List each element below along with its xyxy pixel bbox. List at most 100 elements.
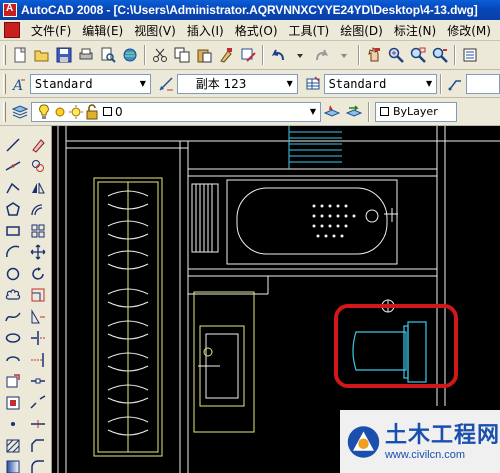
array-icon[interactable] bbox=[26, 220, 50, 242]
break-icon[interactable] bbox=[26, 392, 50, 414]
gradient-icon[interactable] bbox=[1, 457, 25, 473]
move-icon[interactable] bbox=[26, 242, 50, 264]
cut-icon[interactable] bbox=[150, 45, 170, 65]
extend-icon[interactable] bbox=[26, 349, 50, 371]
scale-icon[interactable] bbox=[26, 285, 50, 307]
layer-manager-icon[interactable] bbox=[10, 102, 30, 122]
text-style-select[interactable]: Standard ▼ bbox=[29, 73, 151, 94]
text-style-value: Standard bbox=[34, 76, 93, 91]
mirror-icon[interactable] bbox=[26, 177, 50, 199]
chevron-down-icon[interactable]: ▼ bbox=[422, 75, 436, 93]
toolbar-grip[interactable] bbox=[3, 101, 6, 122]
line-icon[interactable] bbox=[1, 134, 25, 156]
title-bar: AutoCAD 2008 - [C:\Users\Administrator.A… bbox=[0, 0, 500, 20]
rotate-icon[interactable] bbox=[26, 263, 50, 285]
ellipse-icon[interactable] bbox=[1, 328, 25, 350]
revision-cloud-icon[interactable] bbox=[1, 285, 25, 307]
properties-icon[interactable] bbox=[460, 45, 480, 65]
offset-icon[interactable] bbox=[26, 199, 50, 221]
polyline-icon[interactable] bbox=[1, 177, 25, 199]
ellipse-arc-icon[interactable] bbox=[1, 349, 25, 371]
window-title: AutoCAD 2008 - [C:\Users\Administrator.A… bbox=[21, 3, 478, 17]
paste-icon[interactable] bbox=[194, 45, 214, 65]
arc-icon[interactable] bbox=[1, 242, 25, 264]
dim-style-value: 副本 123 bbox=[195, 77, 247, 91]
layer-name: 0 bbox=[115, 104, 123, 119]
undo-icon[interactable] bbox=[268, 45, 288, 65]
layer-control-select[interactable]: 0 ▼ bbox=[31, 101, 321, 122]
plot-icon[interactable] bbox=[76, 45, 96, 65]
bathtub-drain-dots bbox=[312, 204, 356, 238]
toolbar-grip[interactable] bbox=[3, 45, 6, 65]
hatch-icon[interactable] bbox=[1, 435, 25, 457]
document-icon[interactable] bbox=[4, 22, 20, 38]
zoom-window-icon[interactable] bbox=[408, 45, 428, 65]
styles-toolbar: A Standard ▼ 副本 123 ▼ Standard ▼ bbox=[0, 70, 500, 98]
layer-previous-icon[interactable] bbox=[344, 102, 364, 122]
text-style-icon[interactable]: A bbox=[10, 74, 29, 94]
qnew-button[interactable] bbox=[10, 45, 30, 65]
match-properties-icon[interactable] bbox=[216, 45, 236, 65]
publish-icon[interactable] bbox=[120, 45, 140, 65]
erase-icon[interactable] bbox=[26, 134, 50, 156]
menu-dimension[interactable]: 标注(N) bbox=[389, 22, 442, 39]
watermark-title: 土木工程网 bbox=[384, 422, 500, 448]
copy-icon[interactable] bbox=[172, 45, 192, 65]
break-at-point-icon[interactable] bbox=[26, 371, 50, 393]
dim-style-select[interactable]: 副本 123 ▼ bbox=[176, 73, 298, 94]
polygon-icon[interactable] bbox=[1, 199, 25, 221]
undo-dropdown-icon[interactable] bbox=[290, 45, 310, 65]
copy-object-icon[interactable] bbox=[26, 156, 50, 178]
multileader-style-icon[interactable] bbox=[446, 74, 465, 94]
point-icon[interactable] bbox=[1, 414, 25, 436]
red-highlight-box bbox=[334, 304, 458, 388]
pan-realtime-icon[interactable] bbox=[364, 45, 384, 65]
chevron-down-icon[interactable]: ▼ bbox=[306, 103, 320, 121]
open-icon[interactable] bbox=[32, 45, 52, 65]
table-style-select[interactable]: Standard ▼ bbox=[323, 73, 438, 94]
viewport-sun-icon bbox=[69, 104, 83, 119]
redo-icon[interactable] bbox=[312, 45, 332, 65]
color-control-select[interactable]: ByLayer bbox=[375, 101, 457, 122]
fillet-icon[interactable] bbox=[26, 457, 50, 473]
multileader-style-select[interactable] bbox=[465, 73, 500, 94]
layer-color-swatch bbox=[103, 107, 112, 116]
color-swatch bbox=[380, 107, 389, 116]
radiator bbox=[191, 183, 219, 253]
insert-block-icon[interactable] bbox=[1, 371, 25, 393]
redo-dropdown-icon[interactable] bbox=[334, 45, 354, 65]
color-control-value: ByLayer bbox=[393, 105, 438, 118]
shower-cabinet bbox=[93, 177, 163, 457]
plot-preview-icon[interactable] bbox=[98, 45, 118, 65]
menu-view[interactable]: 视图(V) bbox=[129, 22, 182, 39]
toilet bbox=[352, 321, 427, 383]
save-icon[interactable] bbox=[54, 45, 74, 65]
trim-icon[interactable] bbox=[26, 328, 50, 350]
join-icon[interactable] bbox=[26, 414, 50, 436]
make-object-layer-current-icon[interactable] bbox=[322, 102, 342, 122]
menu-modify[interactable]: 修改(M) bbox=[442, 22, 497, 39]
dim-style-icon[interactable] bbox=[157, 74, 176, 94]
menu-draw[interactable]: 绘图(D) bbox=[335, 22, 389, 39]
make-block-icon[interactable] bbox=[1, 392, 25, 414]
sun-thaw-icon bbox=[55, 107, 65, 116]
autocad-app-icon[interactable] bbox=[3, 3, 17, 17]
menu-tools[interactable]: 工具(T) bbox=[284, 22, 336, 39]
zoom-realtime-icon[interactable] bbox=[386, 45, 406, 65]
block-editor-icon[interactable] bbox=[238, 45, 258, 65]
menu-file[interactable]: 文件(F) bbox=[26, 22, 77, 39]
menu-format[interactable]: 格式(O) bbox=[230, 22, 284, 39]
menu-insert[interactable]: 插入(I) bbox=[182, 22, 230, 39]
construction-line-icon[interactable] bbox=[1, 156, 25, 178]
zoom-previous-icon[interactable] bbox=[430, 45, 450, 65]
spline-icon[interactable] bbox=[1, 306, 25, 328]
rectangle-icon[interactable] bbox=[1, 220, 25, 242]
table-style-icon[interactable] bbox=[304, 74, 323, 94]
chamfer-icon[interactable] bbox=[26, 435, 50, 457]
chevron-down-icon[interactable]: ▼ bbox=[283, 75, 297, 93]
circle-icon[interactable] bbox=[1, 263, 25, 285]
menu-edit[interactable]: 编辑(E) bbox=[77, 22, 129, 39]
chevron-down-icon[interactable]: ▼ bbox=[136, 75, 150, 93]
stretch-icon[interactable] bbox=[26, 306, 50, 328]
toolbar-grip[interactable] bbox=[3, 73, 6, 94]
